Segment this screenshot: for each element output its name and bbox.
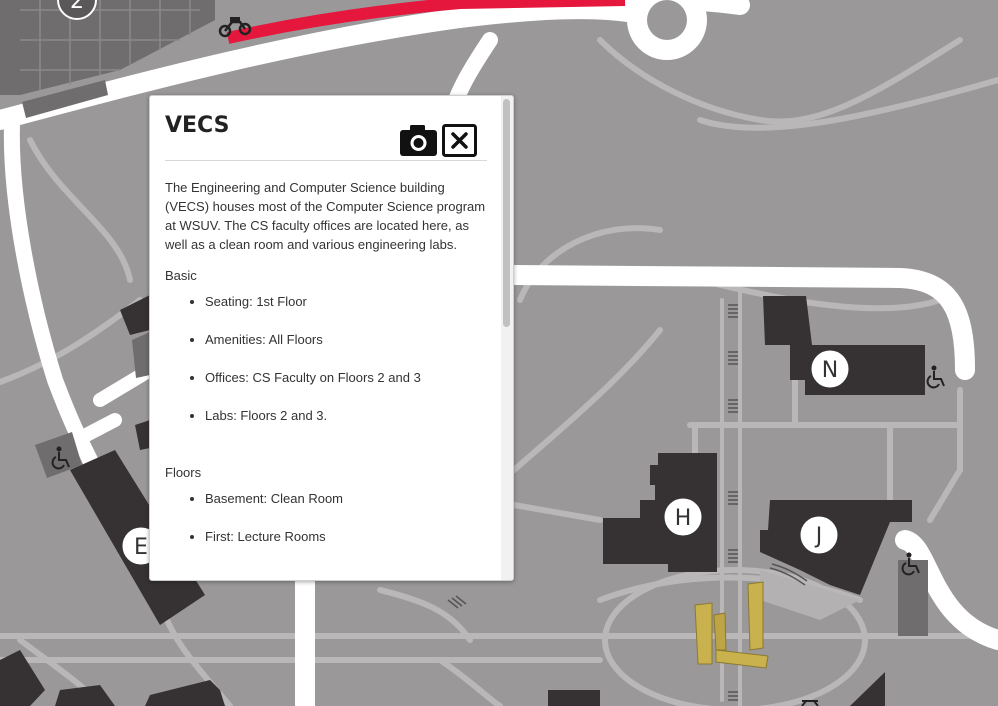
section-label-floors: Floors	[165, 465, 202, 480]
basic-list: Seating: 1st Floor Amenities: All Floors…	[165, 291, 487, 443]
building-label-n[interactable]: N	[810, 349, 850, 389]
list-item: Seating: 1st Floor	[205, 291, 487, 329]
list-item: Offices: CS Faculty on Floors 2 and 3	[205, 367, 487, 405]
svg-text:N: N	[822, 358, 838, 383]
svg-text:H: H	[675, 506, 692, 531]
svg-text:E: E	[134, 535, 148, 560]
close-button[interactable]	[442, 124, 477, 157]
list-item: First: Lecture Rooms	[205, 526, 487, 564]
camera-icon	[400, 125, 437, 156]
scrollbar-thumb[interactable]	[503, 99, 510, 327]
building-label-h[interactable]: H	[663, 497, 703, 537]
close-icon	[442, 124, 477, 157]
list-item: Labs: Floors 2 and 3.	[205, 405, 487, 443]
building-info-popup: VECS The Engineering and Computer Scienc…	[149, 95, 514, 581]
list-item: Basement: Clean Room	[205, 488, 487, 526]
popup-header: VECS	[165, 110, 487, 161]
popup-title: VECS	[165, 113, 230, 138]
popup-description: The Engineering and Computer Science bui…	[165, 180, 486, 252]
building-label-j[interactable]: J	[799, 515, 839, 555]
popup-scrollbar[interactable]	[501, 96, 513, 580]
popup-content[interactable]: VECS The Engineering and Computer Scienc…	[150, 96, 501, 580]
svg-text:J: J	[814, 524, 823, 549]
section-label-basic: Basic	[165, 268, 197, 283]
camera-button[interactable]	[400, 124, 438, 158]
list-item: Amenities: All Floors	[205, 329, 487, 367]
roundabout-island	[647, 0, 687, 40]
svg-text:2: 2	[70, 0, 84, 14]
floors-list: Basement: Clean Room First: Lecture Room…	[165, 488, 487, 564]
